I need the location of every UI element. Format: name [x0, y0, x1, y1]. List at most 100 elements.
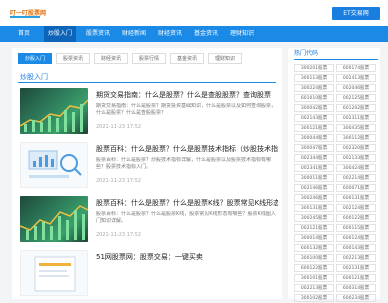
subtab-fund[interactable]: 基金资讯	[170, 53, 204, 64]
stock-code-link[interactable]: 300435股票	[336, 124, 376, 132]
stock-code-link[interactable]: 300011股票	[294, 174, 334, 182]
document-thumbnail-icon	[34, 256, 76, 292]
stock-code-link[interactable]: 002131股票	[336, 264, 376, 272]
stock-code-link[interactable]: 300102股票	[294, 294, 334, 302]
stock-code-link[interactable]: 002124股票	[336, 204, 376, 212]
list-item: 300201股票 600174股票	[294, 64, 378, 73]
stock-code-link[interactable]: 300047股票	[294, 144, 334, 152]
chart-thumbnail-icon	[20, 99, 88, 132]
stock-code-link[interactable]: 600132股票	[294, 244, 334, 252]
nav-item-finance-info[interactable]: 财经资讯	[154, 26, 186, 42]
stock-code-link[interactable]: 002320股票	[336, 144, 376, 152]
subtab-stock-basics[interactable]: 炒股入门	[18, 53, 52, 64]
trade-button[interactable]: ET交易网	[332, 7, 380, 20]
nav-item-stock-basics[interactable]: 炒股入门	[44, 26, 76, 42]
stock-code-link[interactable]: 300042股票	[294, 104, 334, 112]
list-item: 300101股票 600121股票	[294, 274, 378, 283]
stock-code-link[interactable]: 300246股票	[294, 194, 334, 202]
article-title[interactable]: 期货交易指南：什么是股票？什么是查股股票？查询股票	[96, 90, 278, 100]
subtab-finance-info[interactable]: 财经资讯	[94, 53, 128, 64]
list-item: 002213股票 600314股票	[294, 284, 378, 293]
stock-code-link[interactable]: 002213股票	[336, 254, 376, 262]
article-thumbnail[interactable]	[20, 142, 88, 188]
article-summary: 股票百科：什么是股票？什么是股票K线，股票常见K线形态有哪些？股票K线图入门知识…	[96, 211, 276, 224]
list-item: 300224股票 002046股票	[294, 84, 378, 93]
article-time: 2021-11-23 17:52	[96, 232, 142, 238]
stock-code-link[interactable]: 300113股票	[294, 74, 334, 82]
stock-code-link[interactable]: 300424股票	[336, 164, 376, 172]
article-summary: 股票百科：什么是股票？炒股技术指标详解，什么是股票以及股票技术指标有哪些？股票技…	[96, 157, 272, 170]
article-thumbnail[interactable]	[20, 250, 88, 296]
stock-code-link[interactable]: 600115股票	[336, 224, 376, 232]
stock-code-link[interactable]: 300101股票	[294, 274, 334, 282]
subtab-wealth[interactable]: 理财知识	[208, 53, 242, 64]
stock-code-link[interactable]: 600121股票	[336, 274, 376, 282]
stock-code-link[interactable]: 300245股票	[294, 214, 334, 222]
list-item: 002143股票 002311股票	[294, 114, 378, 123]
article-item[interactable]: 股票百科：什么是股票？什么是股票K线？股票常见K线形态 股票百科：什么是股票？什…	[20, 196, 278, 246]
stock-code-link[interactable]: 002143股票	[294, 114, 334, 122]
stock-code-link[interactable]: 002214股票	[336, 174, 376, 182]
stock-code-link[interactable]: 002341股票	[294, 164, 334, 172]
nav-item-finance-news[interactable]: 财经新闻	[118, 26, 150, 42]
stock-code-link[interactable]: 002213股票	[294, 284, 334, 292]
list-item: 300011股票 002214股票	[294, 174, 378, 183]
stock-code-link[interactable]: 002046股票	[336, 84, 376, 92]
stock-code-link[interactable]: 002344股票	[294, 154, 334, 162]
stock-code-link[interactable]: 600234股票	[336, 294, 376, 302]
list-item: 002341股票 300424股票	[294, 164, 378, 173]
stock-code-link[interactable]: 002121股票	[294, 224, 334, 232]
stock-code-link[interactable]: 600122股票	[294, 264, 334, 272]
stock-code-link[interactable]: 300201股票	[294, 64, 334, 72]
top-bar: 叮一叮股票网 ET交易网	[0, 0, 388, 26]
list-item: 002146股票 600071股票	[294, 184, 378, 193]
hot-codes-sidebar: 热门代码 300201股票 600174股票 300113股票 002413股票 3…	[288, 48, 380, 302]
article-item[interactable]: 股票百科：什么是股票？什么是股票技术指标（炒股技术指标） 股票百科：什么是股票？…	[20, 142, 278, 192]
stock-code-link[interactable]: 300121股票	[294, 124, 334, 132]
article-panel: 炒股入门 股票资讯 财经资讯 股票行情 基金资讯 理财知识 炒股入门 期货交易指…	[12, 48, 282, 299]
stock-code-link[interactable]: 300014股票	[294, 234, 334, 242]
section-divider	[18, 82, 276, 83]
stock-code-link[interactable]: 300044股票	[294, 134, 334, 142]
stock-code-link[interactable]: 600174股票	[336, 64, 376, 72]
article-item[interactable]: 期货交易指南：什么是股票？什么是查股股票？查询股票 期货交易指南：什么是股票？期…	[20, 88, 278, 138]
stock-code-link[interactable]: 300112股票	[336, 134, 376, 142]
nav-item-home[interactable]: 首页	[12, 26, 36, 42]
article-title[interactable]: 股票百科：什么是股票？什么是股票K线？股票常见K线形态	[96, 198, 278, 208]
stock-code-link[interactable]: 300131股票	[294, 204, 334, 212]
article-thumbnail[interactable]	[20, 88, 88, 134]
list-item: 601010股票 002125股票	[294, 94, 378, 103]
article-title[interactable]: 51网股票网：股票交易：一键买卖	[96, 252, 278, 262]
list-item: 300245股票 600122股票	[294, 214, 378, 223]
nav-item-stock-news[interactable]: 股票资讯	[82, 26, 114, 42]
list-item: 600132股票 600143股票	[294, 244, 378, 253]
stock-code-link[interactable]: 600124股票	[336, 234, 376, 242]
article-title[interactable]: 股票百科：什么是股票？什么是股票技术指标（炒股技术指标）	[96, 144, 278, 154]
subtab-stock-news[interactable]: 股票资讯	[56, 53, 90, 64]
stock-code-link[interactable]: 600143股票	[336, 244, 376, 252]
stock-code-link[interactable]: 002413股票	[336, 74, 376, 82]
list-item: 300047股票 002320股票	[294, 144, 378, 153]
stock-code-link[interactable]: 300100股票	[294, 254, 334, 262]
article-thumbnail[interactable]	[20, 196, 88, 242]
main-nav: 首页 炒股入门 股票资讯 财经新闻 财经资讯 基金资讯 理财知识	[0, 26, 388, 42]
article-time: 2021-11-23 17:52	[96, 178, 142, 184]
list-item: 300014股票 600124股票	[294, 234, 378, 243]
stock-code-link[interactable]: 002311股票	[336, 114, 376, 122]
stock-code-link[interactable]: 601010股票	[294, 94, 334, 102]
nav-item-fund-info[interactable]: 基金资讯	[190, 26, 222, 42]
stock-code-link[interactable]: 600314股票	[336, 284, 376, 292]
stock-code-link[interactable]: 300224股票	[294, 84, 334, 92]
stock-code-link[interactable]: 002125股票	[336, 94, 376, 102]
article-summary: 期货交易指南：什么是股票？期货投资基础知识，什么是股票以及如何查询股票，什么是股…	[96, 103, 277, 116]
stock-code-link[interactable]: 600131股票	[336, 194, 376, 202]
subtab-market[interactable]: 股票行情	[132, 53, 166, 64]
stock-code-link[interactable]: 002146股票	[294, 184, 334, 192]
article-item[interactable]: 51网股票网：股票交易：一键买卖	[20, 250, 278, 299]
stock-code-link[interactable]: 600122股票	[336, 214, 376, 222]
nav-item-wealth[interactable]: 理财知识	[226, 26, 258, 42]
list-item: 002344股票 002133股票	[294, 154, 378, 163]
stock-code-link[interactable]: 601202股票	[336, 104, 376, 112]
stock-code-link[interactable]: 002133股票	[336, 154, 376, 162]
stock-code-link[interactable]: 600071股票	[336, 184, 376, 192]
